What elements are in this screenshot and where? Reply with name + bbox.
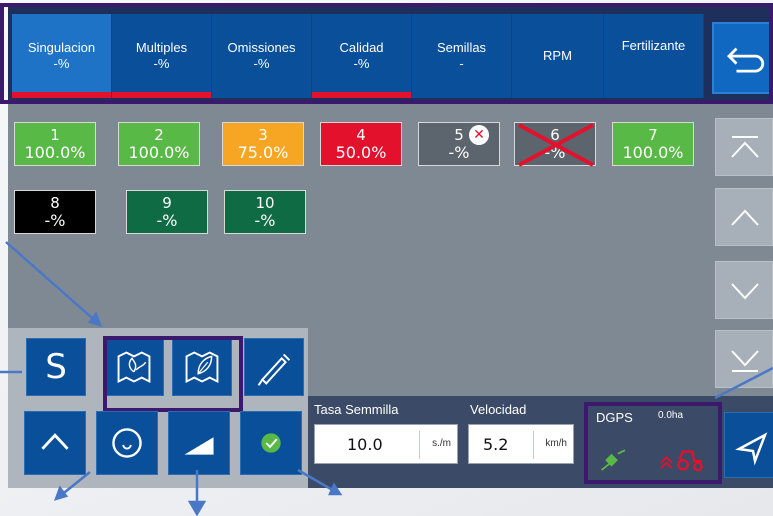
row-number: 7 <box>648 126 658 144</box>
scroll-up-button[interactable] <box>715 188 773 246</box>
row-cell-2[interactable]: 2 100.0% <box>118 122 200 166</box>
tab-value: -% <box>153 56 170 71</box>
tab-value: -% <box>253 56 270 71</box>
row-cell-3[interactable]: 3 75.0% <box>222 122 304 166</box>
scroll-down-icon <box>731 283 759 300</box>
leaf-map-button[interactable] <box>172 338 232 396</box>
row-cell-10[interactable]: 10 -% <box>224 190 306 234</box>
tab-label: Semillas <box>436 40 487 55</box>
row-cell-4[interactable]: 4 50.0% <box>320 122 402 166</box>
back-button[interactable] <box>712 22 773 94</box>
error-icon: ✕ <box>469 125 489 145</box>
row-cell-9[interactable]: 9 -% <box>126 190 208 234</box>
rate-ramp-icon <box>184 437 214 455</box>
check-icon <box>261 433 281 453</box>
row-number: 4 <box>356 126 366 144</box>
monitor-screen: Singulacion -% Multiples -% Omissiones -… <box>8 6 773 488</box>
tab-value: -% <box>53 56 70 71</box>
rate-ramp-button[interactable] <box>168 411 230 475</box>
dgps-label: DGPS <box>596 410 633 425</box>
row-number: 3 <box>258 126 268 144</box>
tab-value: - <box>459 56 464 71</box>
autoturn-icon <box>112 428 142 458</box>
s-button[interactable]: S <box>26 338 86 396</box>
tab-fertilizante[interactable]: Fertilizante <box>604 14 704 98</box>
gps-satellite-icon <box>601 449 626 471</box>
chevron-up-icon <box>41 433 69 450</box>
row-number: 9 <box>162 194 172 212</box>
seed-rate-unit: s./m <box>432 438 451 449</box>
alert-underline <box>112 92 211 98</box>
row-value: 100.0% <box>24 143 86 162</box>
row-number: 10 <box>255 194 275 212</box>
area-value: 0.0ha <box>658 410 684 421</box>
scroll-down-button[interactable] <box>715 261 773 319</box>
row-disabled-cross-icon <box>518 123 594 167</box>
tab-omissiones[interactable]: Omissiones -% <box>212 14 312 98</box>
expand-button[interactable] <box>24 411 86 475</box>
tab-label: RPM <box>543 48 572 63</box>
back-arrow-icon <box>727 47 765 73</box>
marker-icon <box>257 353 291 386</box>
row-value: 50.0% <box>335 143 387 162</box>
tab-rpm[interactable]: RPM <box>512 14 604 98</box>
row-value: -% <box>156 211 178 230</box>
gps-status-panel[interactable]: DGPS 0.0ha <box>584 402 722 484</box>
tractor-icon <box>660 450 703 472</box>
row-cell-1[interactable]: 1 100.0% <box>14 122 96 166</box>
seed-rate-label: Tasa Semmilla <box>314 402 399 417</box>
row-value: -% <box>44 211 66 230</box>
tab-label: Fertilizante <box>621 38 686 53</box>
marker-button[interactable] <box>244 338 304 396</box>
confirm-button[interactable] <box>240 411 302 475</box>
scroll-bottom-button[interactable] <box>715 330 773 388</box>
tab-bar: Singulacion -% Multiples -% Omissiones -… <box>8 6 773 102</box>
row-value: 75.0% <box>237 143 289 162</box>
seed-rate-field[interactable]: 10.0 s./m <box>314 424 458 464</box>
alert-underline <box>12 92 111 98</box>
map-leaf-icon <box>185 351 219 384</box>
navigation-icon <box>735 432 768 466</box>
row-status-grid: 1 100.0% 2 100.0% 3 75.0% 4 50.0% 5 -% ✕… <box>8 102 708 322</box>
scroll-top-button[interactable] <box>715 118 773 176</box>
autoturn-button[interactable] <box>96 411 158 475</box>
tab-calidad[interactable]: Calidad -% <box>312 14 412 98</box>
row-number: 1 <box>50 126 60 144</box>
alert-underline <box>312 92 411 98</box>
speed-label: Velocidad <box>470 402 527 417</box>
row-number: 2 <box>154 126 164 144</box>
seed-rate-value: 10.0 <box>347 435 383 454</box>
tab-singulacion[interactable]: Singulacion -% <box>12 14 112 98</box>
row-cell-6[interactable]: 6 -% <box>514 122 596 167</box>
row-cell-8[interactable]: 8 -% <box>14 190 96 234</box>
scroll-bottom-icon <box>731 350 759 372</box>
tab-semillas[interactable]: Semillas - <box>412 14 512 98</box>
tab-multiples[interactable]: Multiples -% <box>112 14 212 98</box>
tab-label: Omissiones <box>227 40 296 55</box>
tab-value: -% <box>353 56 370 71</box>
speed-value: 5.2 <box>483 435 509 454</box>
navigation-button[interactable] <box>724 412 773 478</box>
row-value: -% <box>448 143 470 162</box>
field-divider <box>419 431 420 459</box>
row-number: 8 <box>50 194 60 212</box>
row-value: 100.0% <box>622 143 684 162</box>
scroll-up-icon <box>731 209 759 226</box>
seed-map-button[interactable] <box>104 338 164 396</box>
row-value: 100.0% <box>128 143 190 162</box>
row-value: -% <box>254 211 276 230</box>
scroll-top-icon <box>731 136 759 158</box>
tab-label: Singulacion <box>27 40 96 55</box>
map-seed-icon <box>117 351 151 384</box>
row-cell-5[interactable]: 5 -% ✕ <box>418 122 500 166</box>
speed-field[interactable]: 5.2 km/h <box>468 424 574 464</box>
tab-label: Multiples <box>135 40 188 55</box>
speed-unit: km/h <box>545 438 567 449</box>
tab-label: Calidad <box>339 40 384 55</box>
field-divider <box>533 431 534 459</box>
row-cell-7[interactable]: 7 100.0% <box>612 122 694 166</box>
